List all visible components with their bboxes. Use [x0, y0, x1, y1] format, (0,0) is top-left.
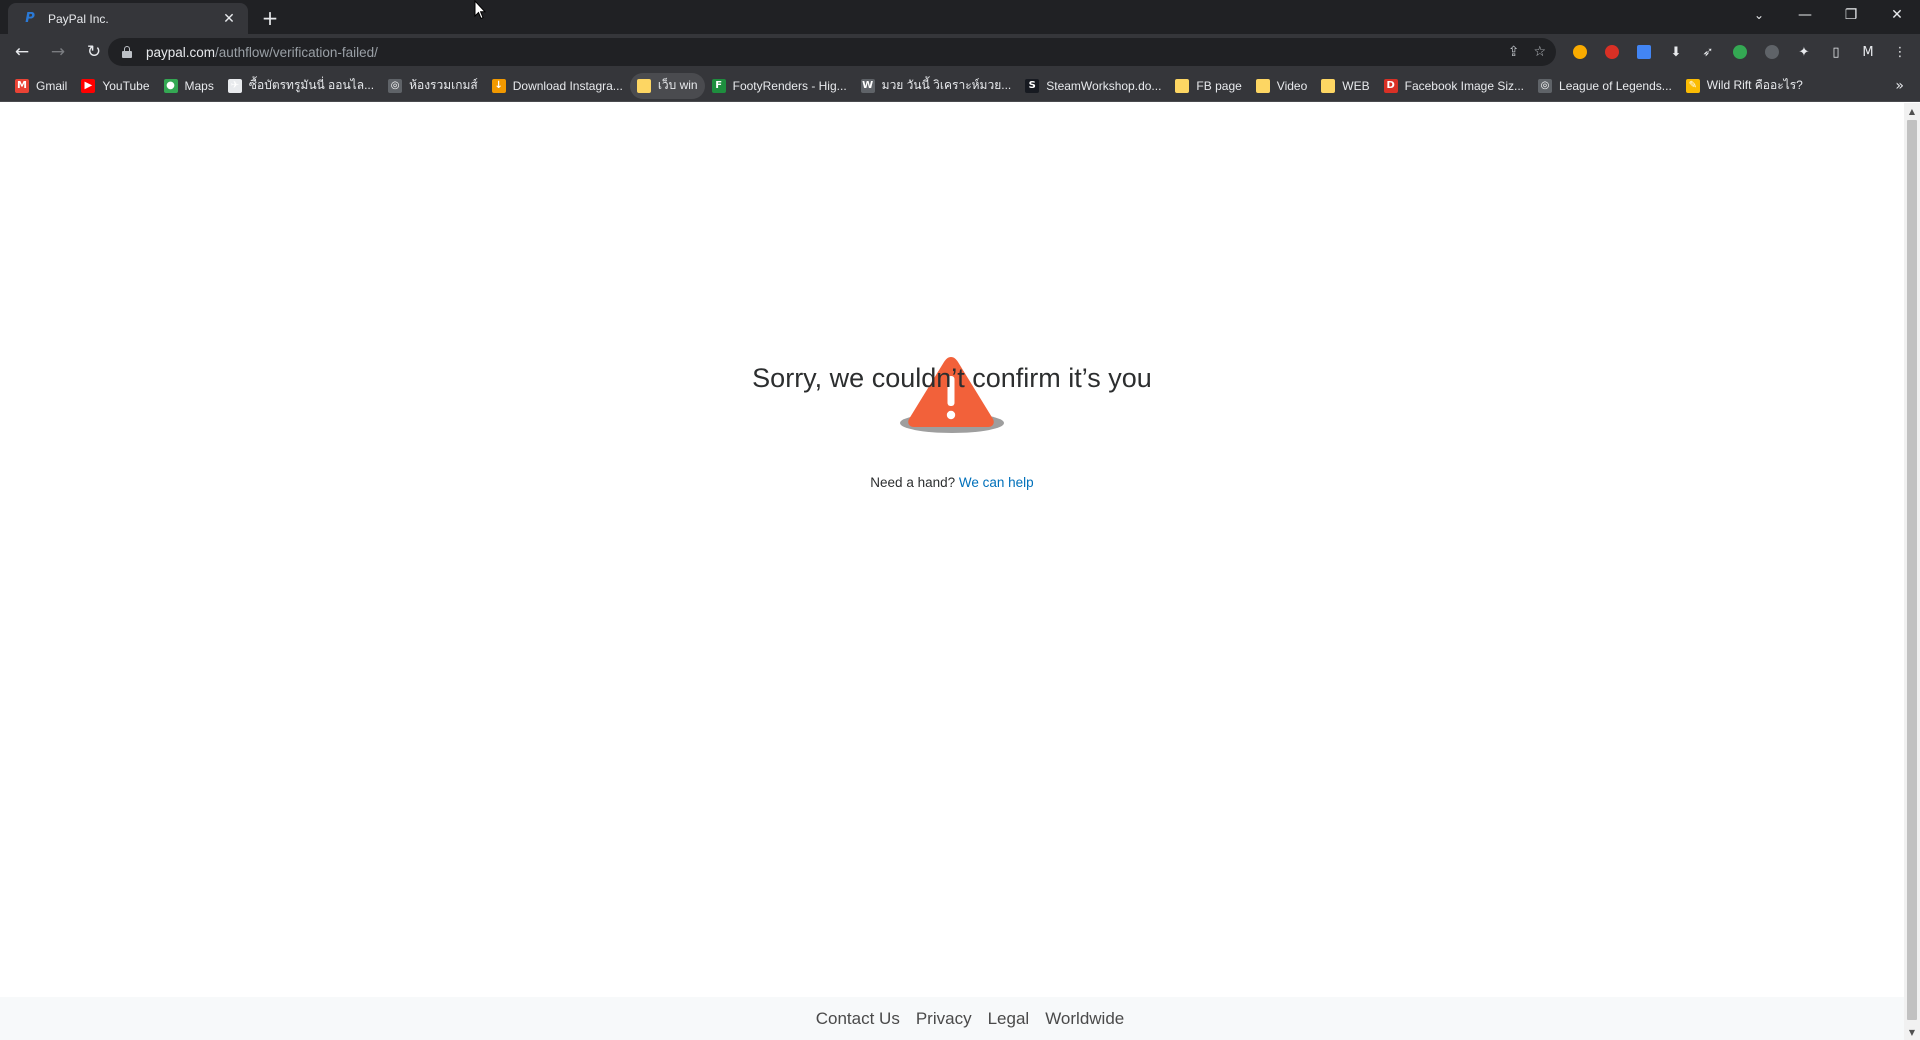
- footer-link-legal[interactable]: Legal: [988, 1009, 1030, 1029]
- bookmark-item[interactable]: Video: [1249, 73, 1314, 99]
- restore-icon[interactable]: ❐: [1828, 0, 1874, 30]
- tab-title: PayPal Inc.: [48, 11, 109, 26]
- bookmark-label: FB page: [1196, 78, 1242, 93]
- url-path: /authflow/verification-failed/: [215, 44, 378, 60]
- help-line: Need a hand? We can help: [752, 475, 1152, 490]
- footer-link-contact[interactable]: Contact Us: [816, 1009, 900, 1029]
- bookmark-label: มวย วันนี้ วิเคราะห์มวย...: [881, 78, 1012, 92]
- extensions-area: ⬇ ➶ ✦ ▯ M ⋮: [1568, 38, 1912, 66]
- extensions-puzzle-icon[interactable]: ✦: [1792, 40, 1816, 64]
- wordpress-icon: W: [860, 78, 875, 93]
- bookmark-item[interactable]: M Gmail: [8, 73, 74, 99]
- bookmark-item[interactable]: F FootyRenders - Hig...: [705, 73, 854, 99]
- globe-icon: ◎: [1538, 78, 1553, 93]
- window-controls: — ❐ ✕: [1782, 0, 1920, 30]
- bookmark-item[interactable]: ▶ YouTube: [74, 73, 156, 99]
- profile-avatar-icon[interactable]: M: [1856, 40, 1880, 64]
- vertical-scrollbar[interactable]: ▲ ▼: [1904, 103, 1920, 1040]
- address-bar[interactable]: paypal.com /authflow/verification-failed…: [108, 38, 1556, 66]
- tab-search-icon[interactable]: ⌄: [1736, 0, 1782, 30]
- help-prefix: Need a hand?: [870, 475, 956, 490]
- extension-download-icon[interactable]: ⬇: [1664, 40, 1688, 64]
- bookmark-label: Maps: [184, 78, 214, 93]
- mouse-cursor-icon: [474, 0, 486, 20]
- paypal-favicon-icon: P: [25, 11, 35, 26]
- extension-coin-icon[interactable]: [1568, 40, 1592, 64]
- bookmark-star-icon[interactable]: ☆: [1533, 44, 1546, 60]
- truemoney-icon: ✈: [227, 78, 242, 93]
- bookmark-item[interactable]: ◎ League of Legends...: [1531, 73, 1679, 99]
- bookmark-label: ห้องรวมเกมส์: [409, 78, 478, 92]
- side-panel-icon[interactable]: ▯: [1824, 40, 1848, 64]
- bookmark-item[interactable]: FB page: [1168, 73, 1248, 99]
- folder-icon: [636, 78, 651, 93]
- footer-link-privacy[interactable]: Privacy: [916, 1009, 972, 1029]
- steam-icon: S: [1025, 78, 1040, 93]
- extension-red-icon[interactable]: [1600, 40, 1624, 64]
- bookmark-label: Gmail: [36, 78, 68, 93]
- folder-icon: [1255, 78, 1270, 93]
- page-viewport: Sorry, we couldn’t confirm it’s you Need…: [0, 103, 1904, 1040]
- extension-calendar-icon[interactable]: [1632, 40, 1656, 64]
- bookmark-item[interactable]: เว็บ win: [629, 72, 705, 99]
- we-can-help-link[interactable]: We can help: [959, 475, 1034, 490]
- bookmark-item[interactable]: D Facebook Image Siz...: [1377, 73, 1531, 99]
- bookmark-label: Download Instagra...: [512, 78, 623, 93]
- bookmark-label: FootyRenders - Hig...: [732, 78, 847, 93]
- bookmark-item[interactable]: ↓ Download Instagra...: [485, 73, 630, 99]
- bookmark-item[interactable]: ✎ Wild Rift คืออะไร?: [1679, 73, 1810, 99]
- extension-dark-icon[interactable]: [1760, 40, 1784, 64]
- folder-icon: [1175, 78, 1190, 93]
- bookmark-label: League of Legends...: [1559, 78, 1672, 93]
- bookmark-item[interactable]: WEB: [1314, 73, 1376, 99]
- extension-green-icon[interactable]: [1728, 40, 1752, 64]
- page-headline: Sorry, we couldn’t confirm it’s you: [752, 363, 1152, 393]
- globe-icon: ◎: [388, 78, 403, 93]
- download-icon: ↓: [491, 78, 506, 93]
- extension-bird-icon[interactable]: ➶: [1696, 40, 1720, 64]
- folder-icon: [1321, 78, 1336, 93]
- gmail-icon: M: [15, 78, 29, 93]
- page-footer: Contact Us Privacy Legal Worldwide: [0, 997, 1904, 1040]
- chrome-menu-icon[interactable]: ⋮: [1888, 40, 1912, 64]
- bookmark-item[interactable]: S SteamWorkshop.do...: [1018, 73, 1168, 99]
- url-host: paypal.com: [146, 44, 216, 60]
- bookmark-label: Wild Rift คืออะไร?: [1706, 78, 1803, 92]
- tab-strip: P PayPal Inc. ✕ + ⌄ — ❐ ✕: [0, 0, 1920, 34]
- share-icon[interactable]: ⇪: [1508, 44, 1520, 60]
- d-icon: D: [1383, 78, 1398, 93]
- scroll-thumb[interactable]: [1907, 120, 1917, 1020]
- bookmark-label: SteamWorkshop.do...: [1046, 78, 1162, 93]
- bookmark-item[interactable]: W มวย วันนี้ วิเคราะห์มวย...: [854, 73, 1019, 99]
- bookmarks-bar: M Gmail ▶ YouTube ● Maps ✈ ซื้อบัตรทรูมันนี่ ออ…: [0, 70, 1920, 102]
- lock-icon[interactable]: [122, 46, 132, 58]
- bookmark-item[interactable]: ◎ ห้องรวมเกมส์: [381, 73, 485, 99]
- tab-close-icon[interactable]: ✕: [220, 10, 238, 28]
- bookmark-label: เว็บ win: [657, 78, 698, 92]
- scroll-up-icon[interactable]: ▲: [1904, 103, 1920, 119]
- tab-paypal[interactable]: P PayPal Inc. ✕: [8, 3, 248, 34]
- close-window-icon[interactable]: ✕: [1874, 0, 1920, 30]
- footer-link-worldwide[interactable]: Worldwide: [1045, 1009, 1124, 1029]
- bookmark-label: Video: [1276, 78, 1308, 93]
- forward-icon[interactable]: →: [44, 38, 72, 66]
- reload-icon[interactable]: ↻: [80, 38, 108, 66]
- bookmark-item[interactable]: ✈ ซื้อบัตรทรูมันนี่ ออนไล...: [221, 73, 381, 99]
- wildrift-icon: ✎: [1685, 78, 1700, 93]
- bookmark-label: Facebook Image Siz...: [1404, 78, 1525, 93]
- bookmarks-overflow-icon[interactable]: »: [1895, 78, 1904, 94]
- scroll-down-icon[interactable]: ▼: [1904, 1024, 1920, 1040]
- maps-icon: ●: [163, 78, 178, 93]
- back-icon[interactable]: ←: [8, 38, 36, 66]
- footyrenders-icon: F: [711, 78, 726, 93]
- minimize-icon[interactable]: —: [1782, 0, 1828, 30]
- browser-toolbar: ← → ↻ paypal.com /authflow/verification-…: [0, 34, 1920, 70]
- bookmark-label: ซื้อบัตรทรูมันนี่ ออนไล...: [248, 78, 375, 92]
- new-tab-button[interactable]: +: [258, 6, 282, 30]
- bookmark-label: YouTube: [102, 78, 150, 93]
- youtube-icon: ▶: [81, 78, 96, 93]
- bookmark-label: WEB: [1342, 78, 1370, 93]
- bookmark-item[interactable]: ● Maps: [157, 73, 221, 99]
